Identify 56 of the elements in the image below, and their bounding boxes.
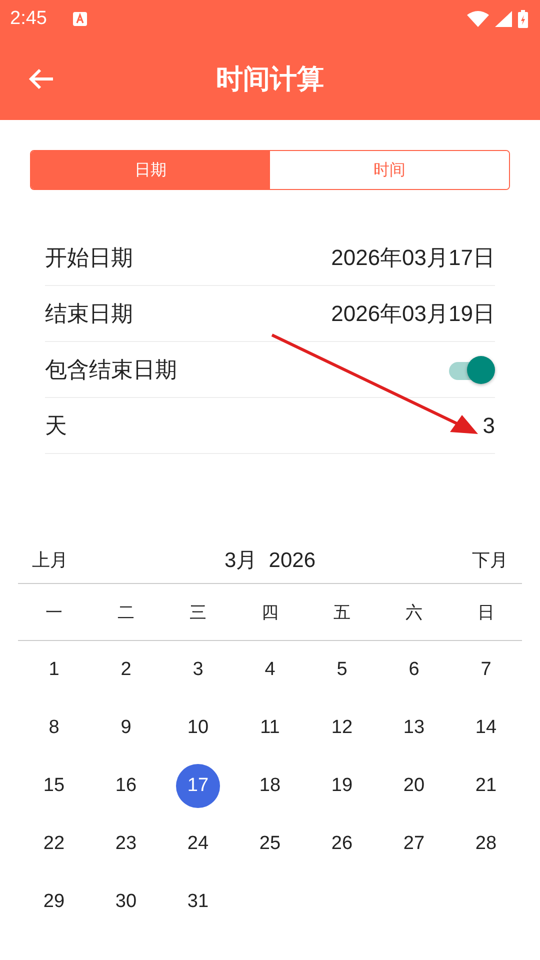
screen-title: 时间计算 [216,63,324,97]
row-label: 天 [45,412,67,440]
calendar-day[interactable]: 12 [320,706,364,750]
weekday-label: 六 [406,602,422,624]
notification-icon [72,12,87,26]
calendar-day[interactable]: 26 [320,822,364,866]
calendar-day[interactable]: 4 [248,648,292,692]
row-label: 开始日期 [45,244,133,272]
battery-icon [518,10,528,28]
calendar-day[interactable]: 10 [176,706,220,750]
weekday-label: 三 [190,602,206,624]
next-month-button[interactable]: 下月 [458,544,522,576]
previous-month-button[interactable]: 上月 [18,544,82,576]
signal-icon [495,11,512,27]
status-time: 2:45 [10,8,47,30]
calendar-day[interactable]: 14 [464,706,508,750]
calendar-day[interactable]: 23 [104,822,148,866]
weekday-label: 一 [46,602,62,624]
calendar-day[interactable]: 16 [104,764,148,808]
calendar-day[interactable]: 9 [104,706,148,750]
calendar-day[interactable]: 8 [32,706,76,750]
row-value[interactable]: 2026年03月19日 [331,298,495,328]
calendar-day[interactable]: 27 [392,822,436,866]
weekday-label: 四 [262,602,278,624]
month-title: 3月 2026 [224,548,316,574]
calendar-day[interactable]: 11 [248,706,292,750]
calendar-day[interactable]: 28 [464,822,508,866]
back-arrow-icon [28,68,54,90]
row-label: 结束日期 [45,300,133,328]
row-label: 包含结束日期 [45,356,177,384]
calendar-day[interactable]: 25 [248,822,292,866]
calendar-day[interactable]: 13 [392,706,436,750]
calendar-day[interactable]: 17 [176,764,220,808]
calendar-day[interactable]: 5 [320,648,364,692]
calendar-day[interactable]: 6 [392,648,436,692]
row-value[interactable]: 2026年03月17日 [331,242,495,272]
calendar-day[interactable]: 1 [32,648,76,692]
calendar-day[interactable]: 21 [464,764,508,808]
calendar-day[interactable]: 31 [176,880,220,924]
toggle-switch[interactable] [447,354,495,384]
wifi-icon [467,11,489,27]
weekday-label: 日 [478,602,494,624]
calendar-day[interactable]: 22 [32,822,76,866]
calendar-day[interactable]: 30 [104,880,148,924]
calendar-day[interactable]: 29 [32,880,76,924]
weekday-label: 五 [334,602,350,624]
row-value[interactable]: 3 [482,412,495,438]
calendar-day[interactable]: 20 [392,764,436,808]
calendar-day[interactable]: 7 [464,648,508,692]
calendar-day[interactable]: 2 [104,648,148,692]
calendar-day[interactable]: 24 [176,822,220,866]
calendar-day[interactable]: 15 [32,764,76,808]
calendar-day[interactable]: 18 [248,764,292,808]
calendar-day[interactable]: 3 [176,648,220,692]
calendar-day[interactable]: 19 [320,764,364,808]
weekday-label: 二 [118,602,134,624]
